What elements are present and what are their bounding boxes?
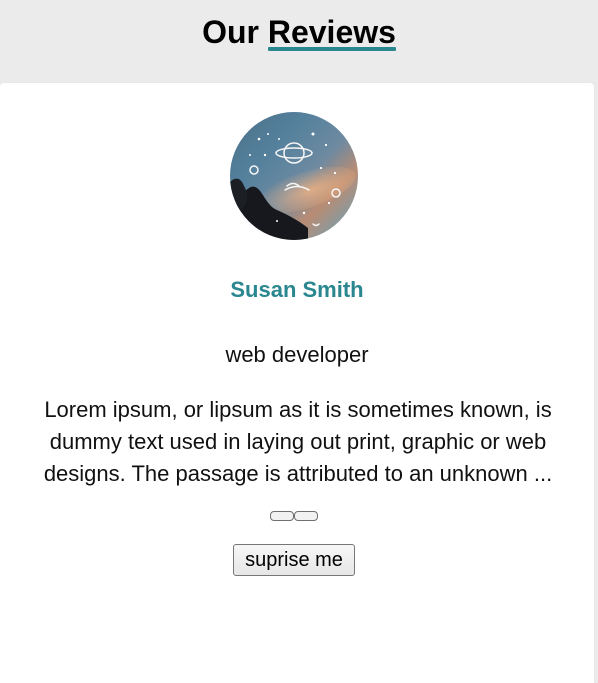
page-title-accent: Reviews (267, 10, 396, 54)
reviews-header: Our Reviews (0, 0, 598, 82)
prev-button[interactable] (270, 511, 294, 521)
planet-sky-avatar-icon (230, 112, 358, 240)
page-title: Our Reviews (0, 10, 598, 54)
review-text: Lorem ipsum, or lipsum as it is sometime… (43, 397, 553, 486)
avatar (230, 112, 358, 240)
page-title-prefix: Our (202, 14, 259, 50)
review-card: Susan Smith web developer Lorem ipsum, o… (0, 83, 594, 683)
next-button[interactable] (294, 511, 318, 521)
surprise-me-button[interactable]: suprise me (233, 544, 355, 576)
review-author-name: Susan Smith (230, 277, 364, 302)
review-controls (270, 511, 318, 521)
page-title-accent-text: Reviews (267, 14, 396, 50)
review-job-title: web developer (225, 342, 369, 367)
